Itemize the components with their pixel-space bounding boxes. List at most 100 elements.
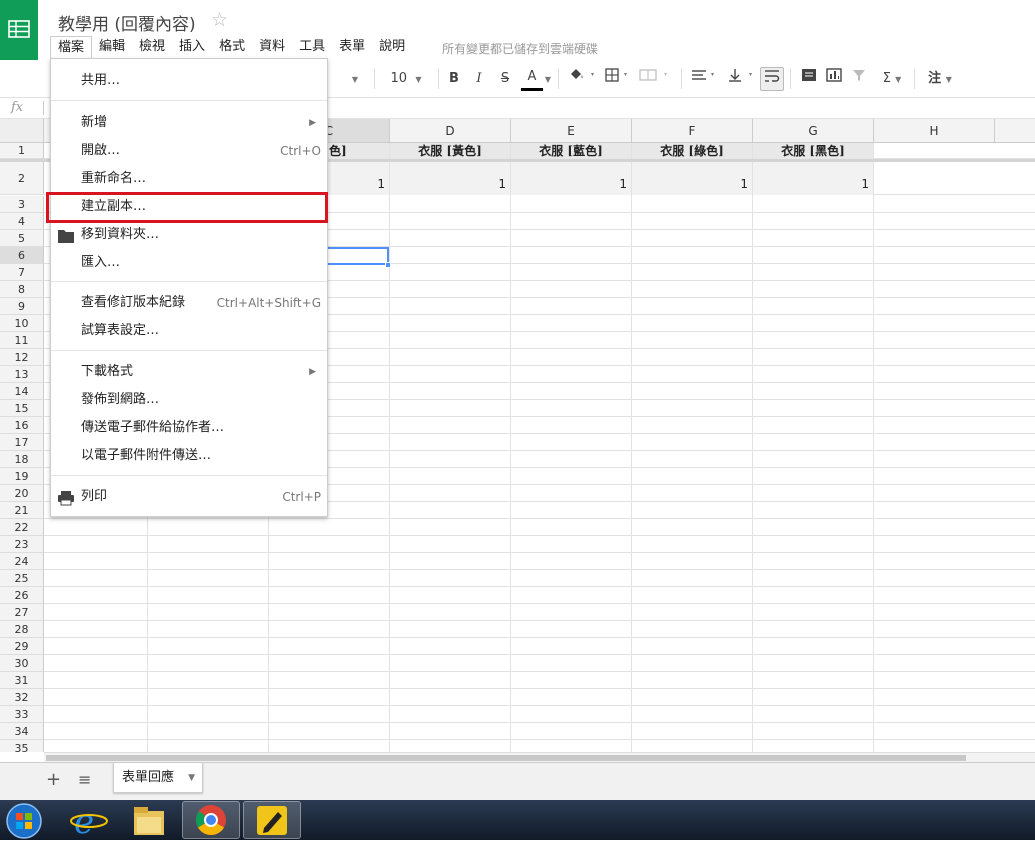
row-header[interactable]: 8 [0, 281, 44, 298]
internet-explorer-icon[interactable]: e [60, 801, 118, 842]
menu-insert[interactable]: 插入 [172, 36, 212, 58]
menu-file[interactable]: 檔案 [50, 36, 93, 58]
row-header[interactable]: 13 [0, 366, 44, 383]
column-header-d[interactable]: D [390, 119, 511, 143]
menu-spreadsheet-settings[interactable]: 試算表設定… [51, 317, 327, 345]
align-icon[interactable] [690, 67, 720, 91]
fill-color-icon[interactable] [566, 67, 598, 91]
row-header[interactable]: 35 [0, 740, 44, 752]
chrome-icon[interactable] [182, 801, 240, 839]
cell-g1[interactable]: 衣服 [黑色] [753, 143, 873, 159]
row-header[interactable]: 27 [0, 604, 44, 621]
menu-format[interactable]: 格式 [212, 36, 252, 58]
menu-new[interactable]: 新增 ▶ [51, 109, 327, 137]
menu-move-to-folder[interactable]: 移到資料夾… [51, 221, 327, 249]
start-button-icon[interactable] [0, 801, 48, 839]
cell-f1[interactable]: 衣服 [綠色] [632, 143, 752, 159]
row-header[interactable]: 17 [0, 434, 44, 451]
star-icon[interactable]: ☆ [211, 9, 228, 31]
row-header[interactable]: 1 [0, 143, 44, 159]
row-header[interactable]: 30 [0, 655, 44, 672]
sheets-logo-icon[interactable] [0, 0, 38, 60]
column-header-f[interactable]: F [632, 119, 753, 143]
row-header[interactable]: 2 [0, 162, 44, 195]
row-header[interactable]: 20 [0, 485, 44, 502]
file-explorer-icon[interactable] [120, 801, 178, 839]
column-header-h[interactable]: H [874, 119, 995, 143]
row-header[interactable]: 34 [0, 723, 44, 740]
sheet-tab-form-responses[interactable]: 表單回應 ▼ [113, 763, 204, 793]
row-header[interactable]: 3 [0, 196, 44, 213]
horizontal-scrollbar[interactable] [44, 752, 1035, 762]
row-header[interactable]: 23 [0, 536, 44, 553]
menu-rename[interactable]: 重新命名… [51, 165, 327, 193]
row-header[interactable]: 7 [0, 264, 44, 281]
row-header[interactable]: 9 [0, 298, 44, 315]
menu-import[interactable]: 匯入… [51, 249, 327, 277]
cell-e1[interactable]: 衣服 [藍色] [511, 143, 631, 159]
strikethrough-button[interactable]: S [497, 67, 513, 91]
row-header[interactable]: 15 [0, 400, 44, 417]
column-header-i[interactable] [995, 119, 1035, 143]
menu-tools[interactable]: 工具 [292, 36, 332, 58]
text-color-button[interactable]: A [521, 67, 543, 91]
row-header[interactable]: 19 [0, 468, 44, 485]
fill-handle[interactable] [385, 262, 391, 268]
cell-f2[interactable]: 1 [632, 162, 752, 195]
menu-help[interactable]: 說明 [372, 36, 412, 58]
font-size-dropdown[interactable]: 10 ▼ [382, 67, 430, 91]
menu-publish-to-web[interactable]: 發佈到網路… [51, 386, 327, 414]
row-header[interactable]: 33 [0, 706, 44, 723]
add-sheet-button[interactable]: + [46, 769, 61, 790]
menu-email-as-attachment[interactable]: 以電子郵件附件傳送… [51, 442, 327, 470]
all-sheets-button[interactable]: ≡ [78, 770, 91, 789]
menu-download-as[interactable]: 下載格式 ▶ [51, 358, 327, 386]
menu-open[interactable]: 開啟… Ctrl+O [51, 137, 327, 165]
column-header-g[interactable]: G [753, 119, 874, 143]
menu-print[interactable]: 列印 Ctrl+P [51, 483, 327, 511]
functions-button[interactable]: Σ ▼ [876, 67, 908, 91]
insert-chart-icon[interactable] [823, 67, 845, 91]
column-header-e[interactable]: E [511, 119, 632, 143]
notes-button[interactable]: 注 ▼ [922, 67, 958, 91]
vertical-align-icon[interactable] [725, 67, 757, 91]
row-header[interactable]: 10 [0, 315, 44, 332]
row-header[interactable]: 4 [0, 213, 44, 230]
document-title[interactable]: 教學用 (回覆內容) [58, 10, 196, 35]
menu-data[interactable]: 資料 [252, 36, 292, 58]
app-pencil-icon[interactable] [243, 801, 301, 839]
row-header[interactable]: 11 [0, 332, 44, 349]
italic-button[interactable]: I [471, 67, 487, 91]
row-header[interactable]: 32 [0, 689, 44, 706]
row-header[interactable]: 21 [0, 502, 44, 519]
row-header[interactable]: 25 [0, 570, 44, 587]
select-all-corner[interactable] [0, 119, 44, 143]
row-header[interactable]: 22 [0, 519, 44, 536]
row-header[interactable]: 24 [0, 553, 44, 570]
cell-d2[interactable]: 1 [390, 162, 510, 195]
sheet-tab-caret-icon[interactable]: ▼ [188, 763, 195, 793]
cell-e2[interactable]: 1 [511, 162, 631, 195]
menu-view[interactable]: 檢視 [132, 36, 172, 58]
cell-g2[interactable]: 1 [753, 162, 873, 195]
merge-cells-icon[interactable] [638, 67, 674, 91]
row-header[interactable]: 28 [0, 621, 44, 638]
menu-edit[interactable]: 編輯 [92, 36, 132, 58]
scrollbar-thumb[interactable] [46, 755, 966, 761]
menu-revision-history[interactable]: 查看修訂版本紀錄 Ctrl+Alt+Shift+G [51, 289, 327, 317]
cell-d1[interactable]: 衣服 [黃色] [390, 143, 510, 159]
insert-comment-icon[interactable] [798, 67, 820, 91]
row-header[interactable]: 29 [0, 638, 44, 655]
text-color-caret-icon[interactable]: ▼ [543, 67, 553, 91]
row-header[interactable]: 6 [0, 247, 44, 264]
row-header[interactable]: 18 [0, 451, 44, 468]
bold-button[interactable]: B [446, 67, 462, 91]
font-dropdown-caret-icon[interactable]: ▼ [340, 67, 370, 91]
row-header[interactable]: 12 [0, 349, 44, 366]
borders-icon[interactable] [604, 67, 634, 91]
row-header[interactable]: 5 [0, 230, 44, 247]
row-header[interactable]: 14 [0, 383, 44, 400]
menu-share[interactable]: 共用… [51, 67, 327, 95]
row-header[interactable]: 26 [0, 587, 44, 604]
menu-email-collaborators[interactable]: 傳送電子郵件給協作者… [51, 414, 327, 442]
